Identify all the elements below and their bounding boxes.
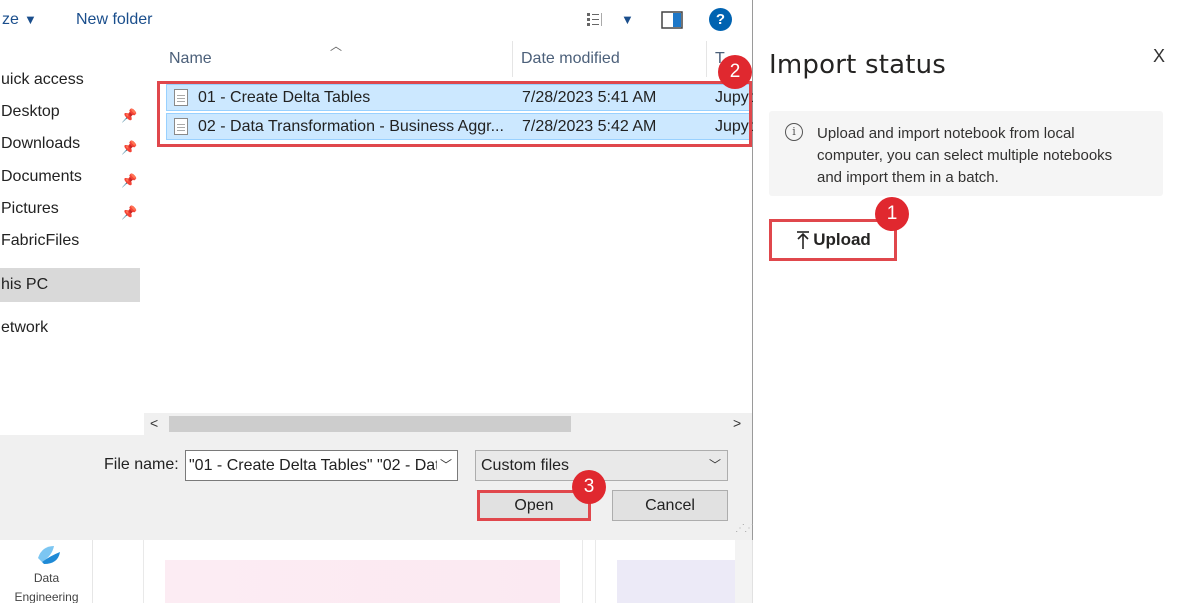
info-text: Upload and import notebook from local co… <box>817 125 1113 186</box>
background-card-banner <box>617 560 735 603</box>
pin-icon: 📌 <box>121 140 138 155</box>
nav-item-pictures[interactable]: Pictures 📌 <box>0 196 140 222</box>
scrollbar-thumb[interactable] <box>169 416 571 432</box>
nav-item-quick-access[interactable]: uick access <box>0 67 140 93</box>
file-name-value: "01 - Create Delta Tables" "02 - Dat <box>189 457 440 474</box>
column-divider[interactable] <box>706 41 707 77</box>
callout-badge: 1 <box>875 197 909 231</box>
nav-item-label: his PC <box>1 276 49 293</box>
caret-down-icon[interactable]: ▼ <box>24 12 37 27</box>
caret-down-icon[interactable]: ▼ <box>621 12 634 32</box>
horizontal-scrollbar[interactable]: < > <box>144 413 752 435</box>
scroll-left-icon[interactable]: < <box>150 415 158 431</box>
resize-grip-icon[interactable]: ⋰⋰ <box>735 523 754 534</box>
nav-item-label: Desktop <box>1 103 60 120</box>
column-header-name[interactable]: Name <box>169 41 212 77</box>
nav-item-downloads[interactable]: Downloads 📌 <box>0 131 140 157</box>
info-icon: i <box>785 123 803 141</box>
tile-label: Engineering <box>14 590 79 603</box>
column-header-date-modified[interactable]: Date modified <box>521 41 620 77</box>
navigation-pane: uick access Desktop 📌 Downloads 📌 Document… <box>0 41 144 431</box>
import-status-panel: Import status X i Upload and import note… <box>752 0 1193 603</box>
nav-item-label: Pictures <box>1 200 59 217</box>
scroll-right-icon[interactable]: > <box>733 415 741 431</box>
pin-icon: 📌 <box>121 205 138 220</box>
nav-item-label: Downloads <box>1 135 81 152</box>
nav-item-label: FabricFiles <box>1 232 80 249</box>
nav-item-desktop[interactable]: Desktop 📌 <box>0 99 140 125</box>
nav-item-label: etwork <box>1 319 49 336</box>
nav-item-this-pc[interactable]: his PC <box>0 268 140 302</box>
data-engineering-icon <box>38 546 60 564</box>
upload-button[interactable]: Upload <box>769 219 897 261</box>
new-folder-button[interactable]: New folder <box>76 11 152 29</box>
organize-menu[interactable]: ze <box>2 11 19 29</box>
file-name-label: File name: <box>104 456 179 473</box>
file-name-input[interactable]: "01 - Create Delta Tables" "02 - Dat ﹀ <box>185 450 458 481</box>
open-file-dialog: ze ▼ New folder ▼ ? uick access Desktop 📌… <box>0 0 754 540</box>
dialog-toolbar: ze ▼ New folder ▼ ? <box>0 0 752 41</box>
nav-item-documents[interactable]: Documents 📌 <box>0 164 140 190</box>
nav-item-network[interactable]: etwork <box>0 315 140 341</box>
panel-title: Import status <box>769 50 947 80</box>
preview-pane-icon[interactable] <box>661 10 683 30</box>
nav-item-fabricfiles[interactable]: FabricFiles <box>0 228 140 254</box>
pin-icon: 📌 <box>121 173 138 188</box>
upload-label: Upload <box>813 230 871 249</box>
nav-item-label: uick access <box>1 71 84 88</box>
data-engineering-tile[interactable]: Data Engineering <box>0 540 93 603</box>
info-box: i Upload and import notebook from local … <box>769 111 1163 196</box>
sort-ascending-icon: ︿ <box>330 39 343 53</box>
column-divider[interactable] <box>512 41 513 77</box>
view-options-icon[interactable] <box>586 10 610 30</box>
help-icon[interactable]: ? <box>709 8 732 31</box>
cancel-button[interactable]: Cancel <box>612 490 728 521</box>
close-button[interactable]: X <box>1149 46 1169 68</box>
selection-highlight <box>157 81 752 147</box>
pin-icon: 📌 <box>121 108 138 123</box>
nav-item-label: Documents <box>1 168 82 185</box>
chevron-down-icon[interactable]: ﹀ <box>437 451 455 480</box>
callout-badge: 3 <box>572 470 606 504</box>
file-type-value: Custom files <box>481 457 570 474</box>
callout-badge: 2 <box>718 55 752 89</box>
dialog-footer: File name: "01 - Create Delta Tables" "0… <box>0 435 754 540</box>
upload-icon <box>797 231 810 249</box>
background-card-banner <box>165 560 560 603</box>
tile-label: Data <box>33 571 60 585</box>
chevron-down-icon: ﹀ <box>708 458 721 472</box>
